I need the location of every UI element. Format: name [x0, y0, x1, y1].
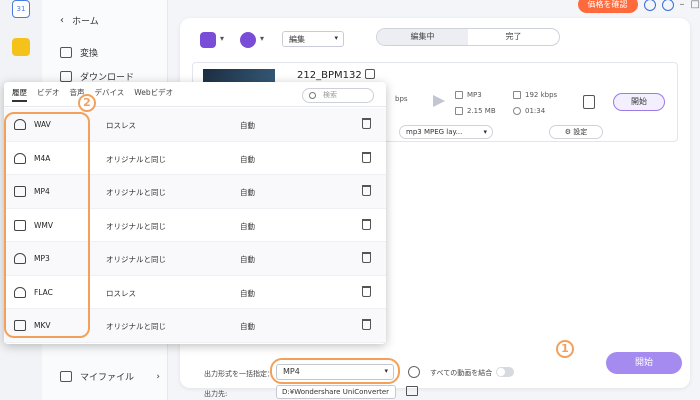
edit-select-value: 編集 — [289, 35, 305, 44]
format-auto: 自動 — [240, 255, 255, 264]
format-quality: オリジナルと同じ — [106, 188, 166, 197]
folder-icon — [60, 371, 72, 382]
trash-icon[interactable] — [362, 285, 371, 297]
trash-icon[interactable] — [362, 185, 371, 196]
format-quality: オリジナルと同じ — [106, 154, 166, 164]
source-bitrate: bps — [395, 95, 408, 103]
target-format-value: MP3 — [467, 91, 482, 99]
convert-icon — [60, 47, 72, 58]
merge-toggle[interactable] — [496, 367, 514, 377]
format-auto: 自動 — [240, 188, 255, 197]
download-icon — [60, 71, 72, 82]
tab-finished[interactable]: 完了 — [468, 29, 559, 45]
output-format-label: 出力形式を一括指定： — [204, 370, 274, 378]
format-quality: ロスレス — [106, 121, 136, 130]
sidebar-item-label: マイファイル — [80, 373, 135, 383]
tab-web-video[interactable]: Webビデオ — [134, 87, 173, 102]
format-auto: 自動 — [240, 221, 255, 231]
codec-select[interactable]: mp3 MPEG lay... ▾ — [399, 125, 493, 139]
format-list-highlight — [4, 112, 90, 338]
sidebar-item-label: ホーム — [72, 17, 99, 27]
format-auto: 自動 — [240, 121, 255, 130]
target-size: 2.15 MB — [455, 107, 496, 115]
start-all-button[interactable]: 開始 — [606, 352, 682, 374]
chevron-down-icon[interactable]: ▾ — [220, 34, 224, 43]
format-auto: 自動 — [240, 288, 255, 298]
open-folder-icon[interactable] — [406, 386, 418, 396]
gear-icon: ⚙ — [564, 128, 574, 136]
chevron-down-icon: ▾ — [334, 34, 338, 42]
sidebar-item-convert[interactable]: 変換 — [60, 46, 98, 59]
tab-device[interactable]: デバイス — [95, 87, 125, 102]
format-icon — [455, 91, 463, 99]
target-size-value: 2.15 MB — [467, 107, 496, 115]
trash-icon[interactable] — [362, 319, 371, 330]
format-quality: オリジナルと同じ — [106, 221, 166, 231]
callout-2: 2 — [78, 94, 96, 112]
output-path-label: 出力先: — [204, 390, 228, 398]
tab-in-progress[interactable]: 編集中 — [377, 29, 468, 45]
chevron-right-icon: › — [156, 371, 160, 382]
divider — [4, 106, 386, 107]
merge-label: すべての動画を結合 — [430, 369, 493, 377]
maximize-button[interactable]: □ — [691, 0, 700, 10]
settings-icon[interactable] — [408, 366, 420, 378]
search-placeholder: 検索 — [323, 91, 337, 99]
format-quality: ロスレス — [106, 288, 136, 298]
arrow-right-icon — [433, 95, 445, 107]
output-format-highlight — [270, 358, 400, 384]
tab-video[interactable]: ビデオ — [37, 87, 60, 102]
sidebar-item-home[interactable]: ‹ ホーム — [60, 14, 99, 27]
target-bitrate-value: 192 kbps — [525, 91, 558, 99]
search-icon — [309, 92, 316, 99]
format-search-input[interactable]: 検索 — [302, 88, 374, 103]
format-auto: 自動 — [240, 322, 255, 331]
sidebar-item-my-files[interactable]: マイファイル › — [60, 370, 160, 383]
chevron-left-icon: ‹ — [60, 15, 64, 26]
convert-button[interactable]: 開始 — [613, 93, 665, 111]
output-path-value: D:¥Wondershare UniConverter — [282, 388, 390, 396]
settings-label: 設定 — [573, 128, 588, 136]
output-settings-icon[interactable] — [583, 95, 595, 109]
target-duration-value: 01:34 — [525, 107, 546, 115]
edit-select[interactable]: 編集 ▾ — [282, 31, 344, 47]
bitrate-icon — [513, 91, 521, 99]
sidebar-item-label: 変換 — [80, 49, 99, 59]
trash-icon[interactable] — [362, 151, 371, 163]
calendar-icon[interactable]: 31 — [12, 0, 30, 18]
minimize-button[interactable]: – — [680, 0, 685, 10]
format-quality: オリジナルと同じ — [106, 255, 166, 264]
format-quality: オリジナルと同じ — [106, 322, 166, 331]
clock-icon — [513, 107, 521, 115]
buy-button[interactable]: 価格を確認 — [577, 0, 638, 13]
folder-icon — [455, 107, 463, 115]
notes-icon[interactable] — [12, 38, 30, 56]
edit-icon[interactable] — [365, 69, 375, 79]
status-tabs: 編集中 完了 — [376, 28, 560, 46]
target-bitrate: 192 kbps — [513, 91, 557, 99]
trash-icon[interactable] — [362, 252, 371, 263]
trash-icon[interactable] — [362, 118, 371, 129]
trash-icon[interactable] — [362, 218, 371, 230]
chevron-down-icon: ▾ — [483, 128, 487, 136]
settings-button[interactable]: ⚙ 設定 — [549, 125, 603, 139]
tab-history[interactable]: 履歴 — [12, 87, 27, 102]
target-format: MP3 — [455, 91, 482, 99]
add-file-icon[interactable] — [200, 32, 216, 48]
file-name: 212_BPM132 — [297, 70, 362, 81]
support-icon[interactable] — [661, 0, 674, 11]
output-path-select[interactable]: D:¥Wondershare UniConverter — [276, 385, 396, 399]
account-icon[interactable] — [643, 0, 656, 11]
target-duration: 01:34 — [513, 107, 545, 115]
codec-value: mp3 MPEG lay... — [406, 128, 463, 136]
format-auto: 自動 — [240, 154, 255, 164]
add-dvd-icon[interactable] — [240, 32, 256, 48]
topbar: 価格を確認 – □ — [577, 0, 700, 13]
callout-1: 1 — [556, 340, 574, 358]
chevron-down-icon[interactable]: ▾ — [260, 34, 264, 43]
